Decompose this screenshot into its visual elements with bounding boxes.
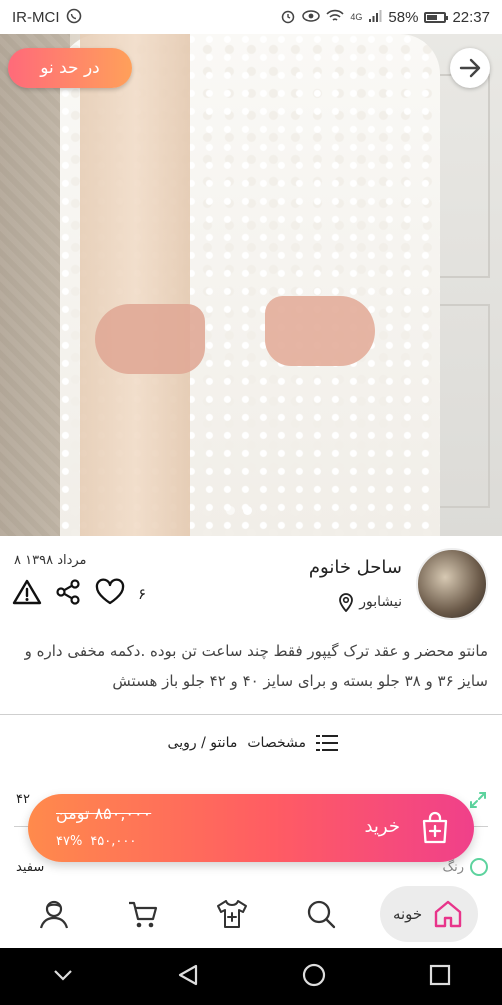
- battery-fill: [427, 14, 437, 20]
- network-type: 4G: [350, 12, 363, 22]
- seller-avatar[interactable]: [416, 548, 488, 620]
- nav-home-label: خونه: [392, 905, 423, 923]
- divider: [0, 714, 502, 715]
- new-price: ۴۵۰,۰۰۰: [90, 834, 137, 849]
- location-pin-icon: [339, 592, 354, 612]
- whatsapp-icon: [66, 8, 82, 27]
- user-icon: [40, 900, 69, 929]
- search-icon: [307, 900, 335, 929]
- hide-keyboard-button[interactable]: [52, 967, 74, 986]
- color-swatch: [470, 858, 488, 876]
- heart-icon: [95, 578, 125, 605]
- expand-icon[interactable]: [468, 790, 488, 814]
- list-icon: [316, 734, 338, 752]
- back-button[interactable]: [450, 48, 490, 88]
- pager-dot[interactable]: [226, 506, 235, 515]
- post-date: ۸ مرداد ۱۳۹۸: [14, 553, 87, 568]
- nav-profile[interactable]: [24, 884, 84, 944]
- nav-add-listing[interactable]: [202, 884, 262, 944]
- add-shirt-icon: [216, 900, 247, 928]
- nav-home[interactable]: خونه: [379, 886, 478, 942]
- share-button[interactable]: [54, 578, 82, 610]
- home-nav-button[interactable]: [302, 963, 326, 991]
- seller-name[interactable]: ساحل خانوم: [309, 557, 402, 578]
- battery-percent: 58%: [388, 8, 419, 26]
- warning-icon: [12, 579, 42, 605]
- condition-badge: در حد نو: [8, 48, 132, 88]
- cart-icon: [129, 901, 158, 928]
- old-price: ۸۵۰,۰۰۰ تومن: [56, 804, 152, 823]
- signal-icon: [368, 9, 382, 26]
- listing-photo[interactable]: [0, 34, 502, 536]
- new-price-row: ۴۷% ۴۵۰,۰۰۰: [56, 834, 136, 849]
- discount-percent: ۴۷%: [56, 834, 83, 849]
- chevron-down-icon: [53, 970, 72, 981]
- triangle-back-icon: [178, 964, 197, 985]
- like-button[interactable]: [94, 578, 126, 610]
- arrow-right-icon: [459, 58, 481, 78]
- photo-scarf: [80, 34, 190, 536]
- seller-location: نیشابور: [309, 592, 402, 612]
- alarm-icon: [280, 8, 296, 27]
- wifi-icon: [326, 9, 344, 26]
- photo-hand-right: [265, 296, 375, 366]
- clock: 22:37: [452, 8, 490, 26]
- buy-bar[interactable]: ۸۵۰,۰۰۰ تومن ۴۷% ۴۵۰,۰۰۰ خرید: [28, 794, 474, 862]
- color-label: رنگ: [442, 859, 464, 875]
- size-partial-text: ۴۲: [16, 792, 30, 807]
- like-count: ۶: [138, 585, 147, 603]
- category-value: مانتو / رویی: [167, 735, 238, 751]
- nav-cart[interactable]: [113, 884, 173, 944]
- shopping-bag-plus-icon[interactable]: [420, 811, 450, 845]
- share-icon: [56, 579, 80, 605]
- system-nav-bar: [0, 948, 502, 1005]
- specs-label: مشخصات: [247, 735, 306, 751]
- pager-dot[interactable]: [243, 506, 252, 515]
- carrier-label: IR-MCI: [12, 8, 60, 26]
- nav-search[interactable]: [291, 884, 351, 944]
- recents-nav-button[interactable]: [429, 964, 451, 990]
- listing-description: مانتو محضر و عقد ترک گیپور فقط چند ساعت …: [24, 642, 488, 690]
- image-pager[interactable]: [226, 506, 252, 515]
- battery-icon: [424, 11, 449, 23]
- photo-hand-left: [95, 304, 205, 374]
- status-bar: IR-MCI 4G 58% 22:37: [0, 0, 502, 34]
- seller-block[interactable]: ساحل خانوم نیشابور: [309, 548, 488, 620]
- bottom-nav: خونه: [0, 880, 502, 948]
- color-value: سفید: [16, 860, 45, 875]
- specs-header[interactable]: مشخصات مانتو / رویی: [168, 734, 338, 752]
- location-label: نیشابور: [359, 593, 402, 610]
- report-button[interactable]: [12, 578, 42, 610]
- eye-icon: [302, 9, 321, 26]
- circle-home-icon: [302, 963, 325, 986]
- back-nav-button[interactable]: [177, 963, 199, 991]
- listing-actions: ۶: [12, 578, 146, 610]
- square-recents-icon: [429, 964, 450, 985]
- home-icon: [435, 900, 462, 928]
- buy-button-label[interactable]: خرید: [364, 816, 400, 837]
